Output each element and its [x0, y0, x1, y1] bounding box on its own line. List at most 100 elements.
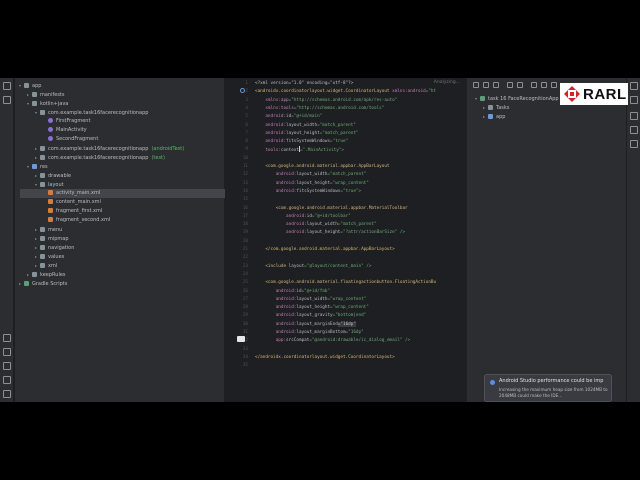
code-line[interactable]: android:id="@+id/fab"	[255, 288, 330, 296]
tree-item[interactable]: ▸ com.example.task16facerecognitionapp (an…	[15, 144, 220, 153]
logcat-icon[interactable]	[3, 362, 11, 370]
tree-item[interactable]: SecondFragment	[15, 135, 220, 144]
tree-item[interactable]: FirstFragment	[15, 117, 220, 126]
code-line[interactable]: android:id="@+id/toolbar"	[255, 213, 351, 221]
toggle-offline-icon[interactable]	[541, 82, 547, 88]
notification-title: Android Studio performance could be imp	[499, 378, 604, 384]
line-number: 10	[242, 155, 248, 161]
gradle-tool-icon[interactable]	[630, 96, 638, 104]
code-line[interactable]: tools:context=".MainActivity">	[255, 146, 344, 155]
collapse-all-icon[interactable]	[517, 82, 523, 88]
problems-icon[interactable]	[3, 390, 11, 398]
device-mirroring-icon[interactable]	[630, 112, 638, 120]
performance-notification[interactable]: Android Studio performance could be imp …	[484, 374, 612, 402]
project-tree-panel: ▾ app ▸ manifests ▾ kotlin+java ▾ com.example.t…	[15, 78, 225, 402]
code-line[interactable]: android:layout_height="?attr/actionBarSi…	[255, 229, 405, 237]
tree-item[interactable]: ▸ drawable	[15, 171, 220, 180]
sync-icon[interactable]	[473, 82, 479, 88]
email-drawable-gutter-icon[interactable]	[237, 336, 245, 342]
tree-item[interactable]: ▸ Gradle Scripts	[15, 279, 220, 288]
download-icon[interactable]	[493, 82, 499, 88]
settings-icon[interactable]	[551, 82, 557, 88]
activity-gutter-icon[interactable]	[240, 88, 245, 93]
code-line[interactable]: android:layout_marginBottom="16dp"	[255, 329, 364, 337]
expand-all-icon[interactable]	[507, 82, 513, 88]
code-line[interactable]: android:layout_marginEnd="16dp"	[255, 321, 356, 329]
tree-item[interactable]: ▸ mipmap	[15, 234, 220, 243]
line-number: 4	[245, 105, 248, 111]
code-line[interactable]: android:layout_height="match_parent"	[255, 130, 358, 138]
line-number: 33	[242, 346, 248, 352]
execute-task-icon[interactable]	[531, 82, 537, 88]
line-number: 35	[242, 363, 248, 369]
code-line[interactable]: android:fitsSystemWindows="true">	[255, 188, 361, 196]
code-line[interactable]: </com.google.android.material.appbar.App…	[255, 246, 394, 254]
code-line[interactable]: android:layout_gravity="bottom|end"	[255, 312, 367, 320]
project-tool-icon[interactable]	[3, 82, 11, 90]
tree-item-label: content_main.xml	[56, 199, 101, 205]
tree-item[interactable]: ▸ manifests	[15, 90, 220, 99]
code-line[interactable]: <include layout="@layout/content_main" /…	[255, 263, 371, 271]
tree-item[interactable]: MainActivity	[15, 126, 220, 135]
code-token: <com.google.android.material.appbar.Mate…	[255, 205, 408, 211]
code-line[interactable]: android:layout_width="match_parent"	[255, 122, 356, 130]
build-tool-icon[interactable]	[3, 334, 11, 342]
tree-item[interactable]: activity_main.xml	[20, 189, 225, 198]
gemini-icon[interactable]	[630, 140, 638, 148]
tree-item[interactable]: ▸ keepRules	[15, 270, 220, 279]
code-line[interactable]: xmlns:app="http://schemas.android.com/ap…	[255, 97, 397, 105]
code-line[interactable]: android:layout_width="wrap_content"	[255, 296, 367, 304]
line-number: 17	[242, 213, 248, 219]
code-token: layout_height	[296, 180, 331, 186]
code-line[interactable]: android:layout_width="match_parent"	[255, 221, 377, 229]
tree-item[interactable]: content_main.xml	[15, 198, 220, 207]
tree-item[interactable]: ▾ kotlin+java	[15, 99, 220, 108]
code-line[interactable]: </androidx.coordinatorlayout.widget.Coor…	[255, 354, 395, 362]
tree-item[interactable]: ▸ xml	[15, 261, 220, 270]
notifications-icon[interactable]	[630, 82, 638, 90]
tree-item[interactable]: ▸ menu	[15, 225, 220, 234]
code-line[interactable]: xmlns:tools="http://schemas.android.com/…	[255, 105, 384, 113]
code-line[interactable]: <?xml version="1.0" encoding="utf-8"?>	[255, 80, 353, 88]
tree-item[interactable]: ▾ layout	[15, 180, 220, 189]
code-line[interactable]: android:fitsSystemWindows="true"	[255, 138, 348, 146]
xml-file-icon	[48, 198, 53, 204]
running-devices-icon[interactable]	[630, 126, 638, 134]
code-line[interactable]: <com.google.android.material.floatingact…	[255, 279, 436, 287]
line-number: 7	[245, 130, 248, 136]
gradle-tree-item[interactable]: ▸ app	[483, 112, 505, 122]
code-line[interactable]: android:layout_height="wrap_content"	[255, 304, 369, 312]
code-token: android:	[255, 213, 307, 219]
tree-item[interactable]: ▾ res	[15, 162, 220, 171]
tree-item[interactable]: fragment_second.xml	[15, 216, 220, 225]
tree-item[interactable]: ▸ navigation	[15, 243, 220, 252]
code-token: android	[407, 89, 426, 95]
rarl-logo-mark	[563, 85, 581, 103]
line-number: 19	[242, 230, 248, 236]
tree-item[interactable]: fragment_first.xml	[15, 207, 220, 216]
rarl-logo-text: RARL	[583, 85, 627, 103]
code-editor[interactable]: 1 2 3 4 5 6 7 8 9 10 11 12 13 14 15 16 17 18 19 20 21 22 23 24 2…	[226, 78, 466, 402]
code-line[interactable]: <com.google.android.material.appbar.AppB…	[255, 163, 389, 171]
tree-item-label: com.example.task16facerecognitionapp	[48, 146, 149, 152]
code-token: layout_marginBottom	[296, 330, 346, 335]
commit-tool-icon[interactable]	[3, 96, 11, 104]
line-number: 16	[242, 205, 248, 211]
code-line[interactable]: android:layout_width="match_parent"	[255, 171, 367, 179]
code-token: layout_height	[286, 130, 320, 136]
code-line[interactable]: app:srcCompat="@android:drawable/ic_dial…	[255, 337, 411, 345]
tree-item[interactable]: ▾ com.example.task16facerecognitionapp	[15, 108, 220, 117]
code-line[interactable]: <com.google.android.material.appbar.Mate…	[255, 205, 408, 213]
code-line[interactable]: android:id="@+id/main"	[255, 113, 322, 121]
code-line[interactable]: android:layout_height="wrap_content"	[255, 180, 369, 188]
code-token: <?xml version="1.0" encoding="utf-8"?>	[255, 81, 354, 86]
code-line[interactable]: <androidx.coordinatorlayout.widget.Coord…	[255, 88, 436, 96]
tree-item-label: res	[40, 164, 48, 170]
tree-item[interactable]: ▾ app	[15, 81, 220, 90]
add-icon[interactable]	[483, 82, 489, 88]
tree-item[interactable]: ▸ values	[15, 252, 220, 261]
terminal-icon[interactable]	[3, 376, 11, 384]
code-token: ="@+id/fab"	[301, 288, 331, 294]
tree-item[interactable]: ▸ com.example.task16facerecognitionapp (te…	[15, 153, 220, 162]
device-manager-icon[interactable]	[3, 348, 11, 356]
